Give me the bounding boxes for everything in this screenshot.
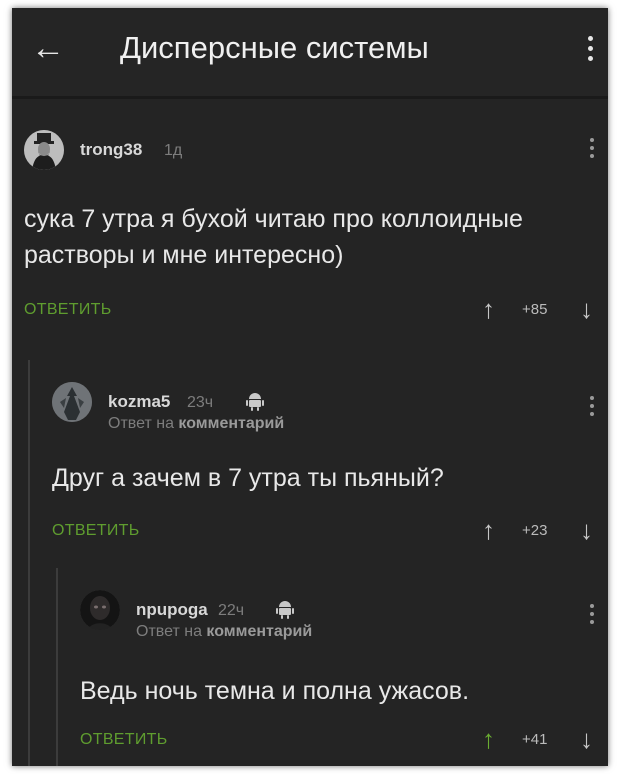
timestamp: 23ч xyxy=(187,394,214,411)
comment-score: +23 xyxy=(522,522,548,539)
arrow-left-icon[interactable]: ← xyxy=(28,28,68,68)
comment-score: +85 xyxy=(522,301,548,318)
reply-to-label: Ответ на xyxy=(108,415,174,432)
upvote-arrow-icon[interactable]: ↑ xyxy=(482,296,495,322)
timestamp: 1д xyxy=(164,142,183,159)
username[interactable]: kozma5 xyxy=(108,392,170,412)
android-icon xyxy=(246,393,264,411)
username[interactable]: npuроɡa xyxy=(136,600,208,620)
avatar[interactable] xyxy=(24,130,64,170)
app-bar: ← Дисперсные системы xyxy=(12,8,608,99)
comment-menu-icon[interactable] xyxy=(585,392,599,420)
comment-text: Ведь ночь темна и полна ужасов. xyxy=(80,677,470,705)
reply-to-label: Ответ на xyxy=(136,623,202,640)
comment-text: Друг а зачем в 7 утра ты пьяный? xyxy=(52,464,444,492)
comment: trong38 1д сука 7 утра я бухой читаю про… xyxy=(12,126,608,336)
reply-button[interactable]: ОТВЕТИТЬ xyxy=(24,300,112,320)
upvote-arrow-icon[interactable]: ↑ xyxy=(482,517,495,543)
reply-button[interactable]: ОТВЕТИТЬ xyxy=(80,730,168,750)
reply-to-link[interactable]: комментарий xyxy=(178,415,284,432)
comment-menu-icon[interactable] xyxy=(585,600,599,628)
reply-to-info: Ответ на комментарий xyxy=(136,622,312,642)
reply-to-link[interactable]: комментарий xyxy=(206,623,312,640)
downvote-arrow-icon[interactable]: ↓ xyxy=(580,517,593,543)
downvote-arrow-icon[interactable]: ↓ xyxy=(580,296,593,322)
avatar[interactable] xyxy=(52,382,92,422)
avatar[interactable] xyxy=(80,590,120,630)
reply-to-info: Ответ на комментарий xyxy=(108,414,284,434)
username[interactable]: trong38 xyxy=(80,140,142,160)
app-screen: ← Дисперсные системы trong38 1д сука 7 у… xyxy=(12,8,608,766)
comment: npuроɡa 22ч Ответ на комментарий Ведь но… xyxy=(12,586,608,766)
comment: kozma5 23ч Ответ на комментарий Друг а з… xyxy=(12,378,608,548)
upvote-arrow-icon[interactable]: ↑ xyxy=(482,726,495,752)
reply-button[interactable]: ОТВЕТИТЬ xyxy=(52,521,140,541)
comment-score: +41 xyxy=(522,731,548,748)
downvote-arrow-icon[interactable]: ↓ xyxy=(580,726,593,752)
android-icon xyxy=(276,601,294,619)
comment-menu-icon[interactable] xyxy=(585,134,599,162)
page-title: Дисперсные системы xyxy=(120,30,429,65)
timestamp: 22ч xyxy=(218,602,245,619)
comment-text: сука 7 утра я бухой читаю про коллоидные… xyxy=(24,205,523,269)
kebab-menu-icon[interactable] xyxy=(582,28,598,68)
